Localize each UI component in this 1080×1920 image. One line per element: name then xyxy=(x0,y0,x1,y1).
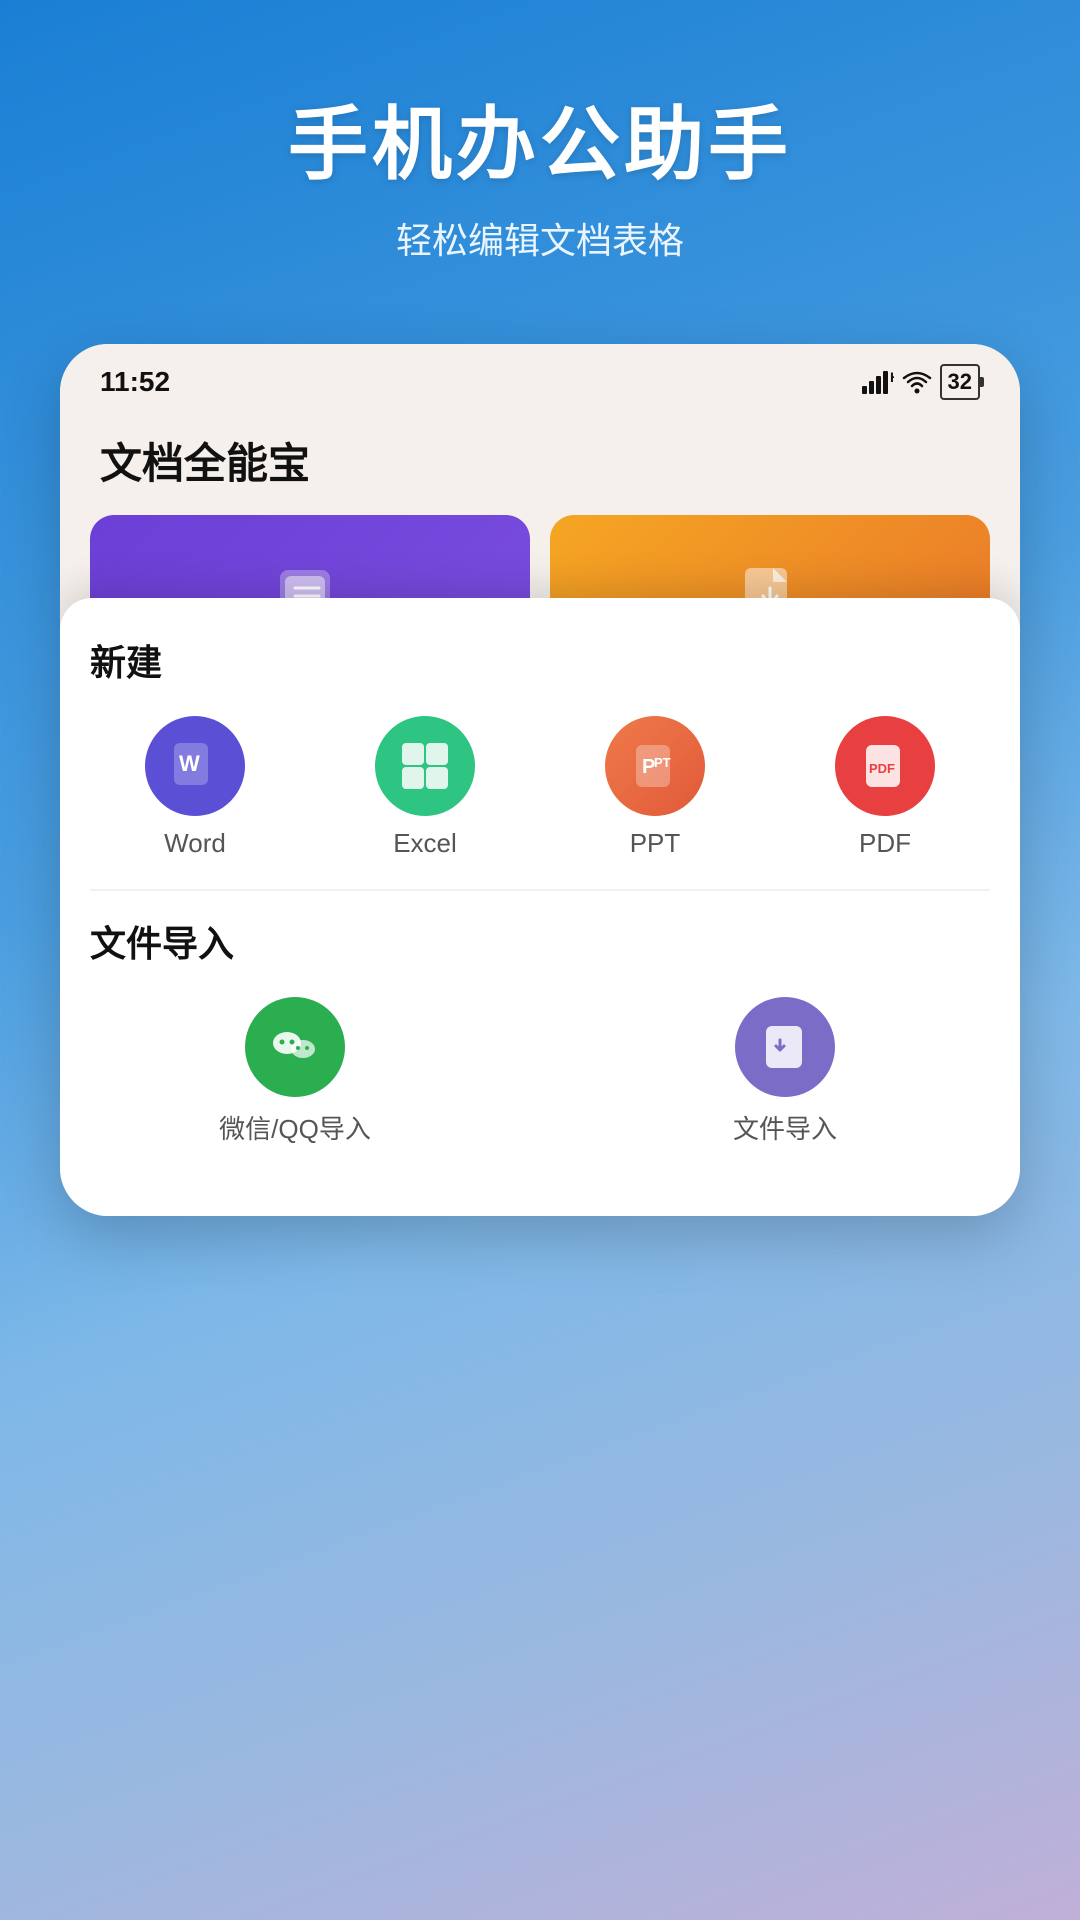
file-import-icon xyxy=(735,997,835,1097)
overlay-ppt-item[interactable]: P PT PPT xyxy=(550,716,760,859)
app-title-bar: 文档全能宝 xyxy=(60,410,1020,515)
status-icons: HD 32 xyxy=(862,364,980,400)
overlay-pdf-item[interactable]: PDF PDF xyxy=(780,716,990,859)
app-subtitle: 轻松编辑文档表格 xyxy=(40,212,1040,264)
app-main-title: 手机办公助手 xyxy=(40,80,1040,196)
battery-icon: 32 xyxy=(940,364,980,400)
overlay-file-import[interactable]: 文件导入 xyxy=(580,997,990,1146)
svg-text:PT: PT xyxy=(654,755,671,770)
wechat-icon xyxy=(245,997,345,1097)
word-label: Word xyxy=(164,828,226,859)
svg-text:HD: HD xyxy=(890,370,894,385)
word-icon: W xyxy=(145,716,245,816)
wifi-icon xyxy=(902,370,932,394)
ppt-icon: P PT xyxy=(605,716,705,816)
svg-text:PDF: PDF xyxy=(869,761,895,776)
overlay-import-label: 文件导入 xyxy=(90,915,990,967)
wechat-import-label: 微信/QQ导入 xyxy=(219,1109,371,1146)
pdf-icon: PDF xyxy=(835,716,935,816)
file-import-label: 文件导入 xyxy=(733,1109,837,1146)
excel-label: Excel xyxy=(393,828,457,859)
overlay-divider xyxy=(90,889,990,891)
excel-icon xyxy=(375,716,475,816)
signal-icon: HD xyxy=(862,370,894,394)
pdf-label: PDF xyxy=(859,828,911,859)
overlay-import-items-row: 微信/QQ导入 文件导入 xyxy=(90,997,990,1146)
overlay-word-item[interactable]: W Word xyxy=(90,716,300,859)
overlay-wechat-import[interactable]: 微信/QQ导入 xyxy=(90,997,500,1146)
svg-text:W: W xyxy=(179,751,200,776)
status-bar: 11:52 HD 32 xyxy=(60,344,1020,410)
new-overlay-panel: 新建 W Word xyxy=(60,598,1020,1216)
app-title: 文档全能宝 xyxy=(100,440,310,487)
overlay-excel-item[interactable]: Excel xyxy=(320,716,530,859)
status-time: 11:52 xyxy=(100,366,170,398)
app-header-section: 手机办公助手 轻松编辑文档表格 xyxy=(0,0,1080,304)
overlay-new-label: 新建 xyxy=(90,634,990,686)
ppt-label: PPT xyxy=(630,828,681,859)
overlay-new-items-row: W Word Excel xyxy=(90,716,990,859)
phone-mockup: 11:52 HD 32 xyxy=(60,344,1020,1216)
